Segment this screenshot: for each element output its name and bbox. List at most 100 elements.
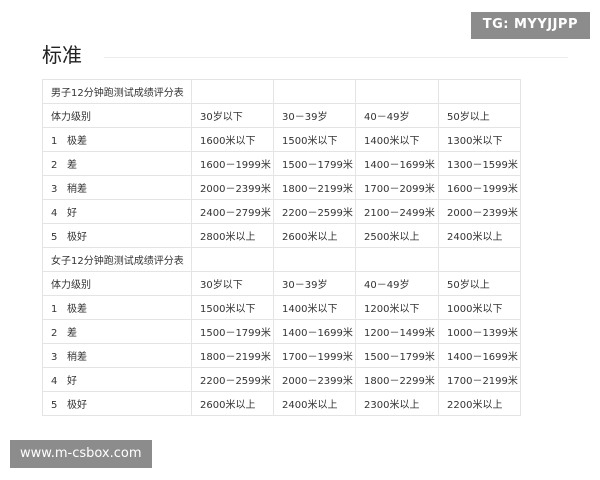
level-label: 极好: [67, 400, 87, 411]
table-cell: 1400－1699米: [273, 319, 356, 344]
level-number: 5: [51, 400, 58, 411]
table-cell: 1400米以下: [355, 127, 439, 152]
table-title-female: 女子12分钟跑测试成绩评分表: [42, 247, 192, 272]
level-label: 稍差: [67, 352, 87, 363]
level-number: 1: [51, 304, 58, 315]
table-row: 4好 2400－2799米 2200－2599米 2100－2499米 2000…: [42, 199, 521, 224]
level-label: 差: [67, 328, 77, 339]
table-cell: [355, 79, 439, 104]
level-label: 极差: [67, 304, 87, 315]
level-label: 差: [67, 160, 77, 171]
table-title-row: 女子12分钟跑测试成绩评分表: [42, 247, 521, 272]
table-cell: 2600米以上: [273, 223, 356, 248]
table-cell: 2400米以上: [438, 223, 521, 248]
level-label: 极差: [67, 136, 87, 147]
table-row: 5 极好 2800米以上 2600米以上 2500米以上 2400米以上: [42, 223, 521, 248]
table-row: 3 稍差 1800－2199米 1700－1999米 1500－1799米 140…: [42, 343, 521, 368]
table-cell: 2000－2399米: [438, 199, 521, 224]
column-header: 30岁以下: [191, 271, 274, 296]
table-cell: 1000－1399米: [438, 319, 521, 344]
level-label: 好: [67, 376, 77, 387]
level-number: 4: [51, 376, 58, 387]
table-cell: [438, 247, 521, 272]
table-cell: 1400米以下: [273, 295, 356, 320]
table-cell: 1000米以下: [438, 295, 521, 320]
level-label: 好: [67, 208, 77, 219]
section-heading-wrap: 标准: [42, 42, 568, 70]
table-header-row: 体力级别 30岁以下 30－39岁 40－49岁 50岁以上: [42, 271, 521, 296]
level-number: 5: [51, 232, 58, 243]
heading-divider: [104, 57, 568, 58]
column-header: 30岁以下: [191, 103, 274, 128]
table-cell: 1400－1699米: [355, 151, 439, 176]
level-cell: 3 稍差: [42, 343, 192, 368]
column-header: 40－49岁: [355, 271, 439, 296]
level-number: 1: [51, 136, 58, 147]
table-cell: 2300米以上: [355, 391, 439, 416]
level-cell: 1 极差: [42, 295, 192, 320]
level-number: 2: [51, 328, 58, 339]
table-row: 2差 1600－1999米 1500－1799米 1400－1699米 1300…: [42, 151, 521, 176]
table-title-male: 男子12分钟跑测试成绩评分表: [42, 79, 192, 104]
table-cell: 1400－1699米: [438, 343, 521, 368]
level-cell: 2差: [42, 319, 192, 344]
level-cell: 4好: [42, 367, 192, 392]
table-cell: 1500－1799米: [273, 151, 356, 176]
column-header: 40－49岁: [355, 103, 439, 128]
column-header: 50岁以上: [438, 103, 521, 128]
table-cell: 1700－2199米: [438, 367, 521, 392]
table-cell: [355, 247, 439, 272]
table-header-row: 体力级别 30岁以下 30－39岁 40－49岁 50岁以上: [42, 103, 521, 128]
table-cell: 2100－2499米: [355, 199, 439, 224]
table-cell: 1600－1999米: [438, 175, 521, 200]
section-heading: 标准: [42, 43, 82, 67]
level-cell: 5 极好: [42, 391, 192, 416]
watermark-bottom: www.m-csbox.com: [10, 440, 152, 468]
table-row: 2差 1500－1799米 1400－1699米 1200－1499米 1000…: [42, 319, 521, 344]
table-cell: 1500－1799米: [191, 319, 274, 344]
table-cell: 1600米以下: [191, 127, 274, 152]
table-cell: [273, 247, 356, 272]
table-cell: [438, 79, 521, 104]
table-cell: 2200－2599米: [273, 199, 356, 224]
table-cell: 1200米以下: [355, 295, 439, 320]
table-row: 1 极差 1500米以下 1400米以下 1200米以下 1000米以下: [42, 295, 521, 320]
table-cell: 1800－2199米: [191, 343, 274, 368]
table-cell: [191, 247, 274, 272]
table-cell: 1600－1999米: [191, 151, 274, 176]
table-cell: 1800－2199米: [273, 175, 356, 200]
table-title-row: 男子12分钟跑测试成绩评分表: [42, 79, 521, 104]
table-cell: [273, 79, 356, 104]
table-cell: 2200米以上: [438, 391, 521, 416]
level-label: 稍差: [67, 184, 87, 195]
table-cell: 2600米以上: [191, 391, 274, 416]
table-row: 5 极好 2600米以上 2400米以上 2300米以上 2200米以上: [42, 391, 521, 416]
table-row: 1 极差 1600米以下 1500米以下 1400米以下 1300米以下: [42, 127, 521, 152]
fitness-standards-table: 男子12分钟跑测试成绩评分表 体力级别 30岁以下 30－39岁 40－49岁 …: [42, 79, 521, 416]
level-cell: 3 稍差: [42, 175, 192, 200]
table-cell: 1300－1599米: [438, 151, 521, 176]
table-cell: 1800－2299米: [355, 367, 439, 392]
table-cell: 2200－2599米: [191, 367, 274, 392]
table-cell: 1200－1499米: [355, 319, 439, 344]
level-label: 极好: [67, 232, 87, 243]
table-cell: 2800米以上: [191, 223, 274, 248]
table-cell: 2400－2799米: [191, 199, 274, 224]
level-number: 3: [51, 352, 58, 363]
level-number: 2: [51, 160, 58, 171]
level-number: 4: [51, 208, 58, 219]
level-cell: 5 极好: [42, 223, 192, 248]
column-header: 30－39岁: [273, 271, 356, 296]
table-cell: 1700－2099米: [355, 175, 439, 200]
table-cell: 2000－2399米: [273, 367, 356, 392]
watermark-top: TG: MYYJJPP: [470, 12, 590, 39]
level-cell: 2差: [42, 151, 192, 176]
table-cell: 1500米以下: [273, 127, 356, 152]
level-number: 3: [51, 184, 58, 195]
column-header: 50岁以上: [438, 271, 521, 296]
column-header: 30－39岁: [273, 103, 356, 128]
table-cell: [191, 79, 274, 104]
column-header: 体力级别: [42, 271, 192, 296]
table-cell: 1700－1999米: [273, 343, 356, 368]
table-cell: 1300米以下: [438, 127, 521, 152]
